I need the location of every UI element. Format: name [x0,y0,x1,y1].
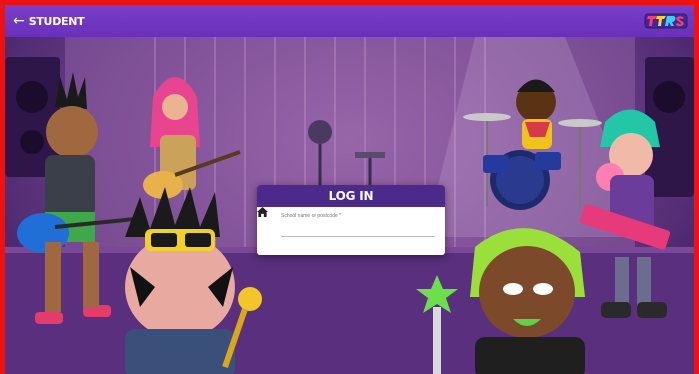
back-label: STUDENT [28,14,85,28]
login-header: LOG IN [257,185,445,207]
login-body: School name or postcode * [257,207,445,255]
back-arrow-icon: ← [13,13,25,29]
app-frame: ← STUDENT LOG IN School name or postcode… [0,0,699,374]
ttrs-logo-icon [644,13,688,29]
login-title: LOG IN [328,189,374,203]
home-icon [257,207,268,217]
top-bar: ← STUDENT [5,5,694,37]
school-field-label: School name or postcode * [281,213,342,219]
stage-background: LOG IN School name or postcode * [5,37,694,374]
back-button[interactable]: ← STUDENT [13,13,85,29]
login-card: LOG IN School name or postcode * [257,185,445,255]
school-search-input[interactable] [281,224,435,237]
